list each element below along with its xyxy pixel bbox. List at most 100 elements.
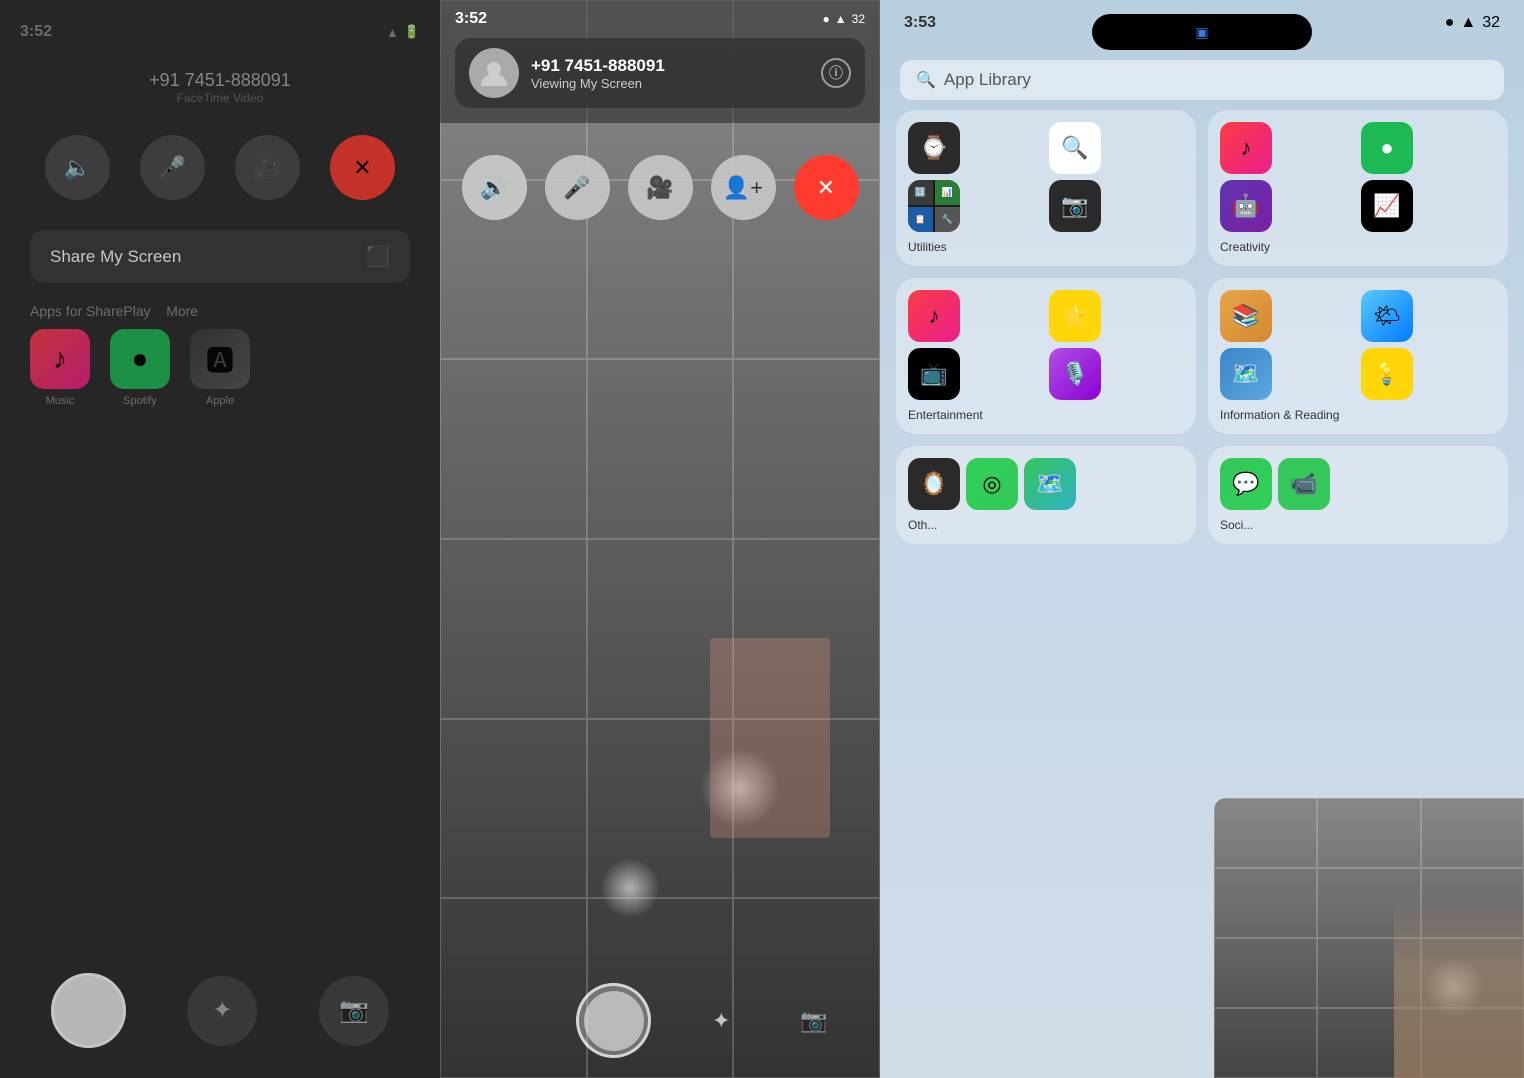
caller-avatar: [469, 48, 519, 98]
bulb-icon: 💡: [1361, 348, 1413, 400]
dynamic-island: ▣: [1092, 14, 1312, 50]
sg-cell: [1214, 938, 1317, 1008]
social-icons: 💬 📹: [1220, 458, 1496, 510]
mirror-icon: 🪞: [908, 458, 960, 510]
apple-label: Apple: [206, 395, 234, 407]
left-bottom-controls: ✦ 📷: [0, 973, 440, 1048]
maps-icon: 🗺️: [1024, 458, 1076, 510]
person-silhouette: [1394, 898, 1524, 1078]
creativity-category[interactable]: ♪ ● 🤖 📈 Creativity: [1208, 110, 1508, 266]
magnifier-icon: 🔍: [1049, 122, 1101, 174]
object-in-scene: [710, 638, 830, 838]
facetime-icon: 📹: [1278, 458, 1330, 510]
music-ent-icon: ♪: [908, 290, 960, 342]
grid-cell: [587, 359, 734, 539]
utilities-category[interactable]: ⌚ 🔍 🔢 📊 📋 🔧 📷 Utilities: [896, 110, 1196, 266]
stocks-icon: 📈: [1361, 180, 1413, 232]
center-wifi: ▲: [835, 12, 847, 26]
grid-cell: [733, 359, 880, 539]
apple-icon: 🅰: [190, 329, 250, 389]
spotify-app-item[interactable]: ● Spotify: [110, 329, 170, 407]
center-time: 3:52: [455, 10, 487, 28]
center-end-button[interactable]: ✕: [794, 155, 859, 220]
center-call-controls: 🔊 🎤 🎥 👤+ ✕: [440, 155, 880, 220]
entertainment-icons: ♪ ⭐ 📺 🎙️: [908, 290, 1184, 400]
social-label: Soci...: [1220, 518, 1496, 532]
apple-app-item[interactable]: 🅰 Apple: [190, 329, 250, 407]
camera-button[interactable]: 🎥: [235, 135, 300, 200]
center-dot: ●: [823, 12, 830, 26]
app-library-search[interactable]: 🔍 App Library: [900, 60, 1504, 100]
center-camera-button[interactable]: 🎥: [628, 155, 693, 220]
more-link[interactable]: More: [166, 303, 198, 319]
mic-button[interactable]: 🎤: [140, 135, 205, 200]
left-call-controls: 🔈 🎤 🎥 ✕: [0, 135, 440, 200]
app-library-grid: ⌚ 🔍 🔢 📊 📋 🔧 📷 Utilities ♪ ● 🤖 📈 Creat: [896, 110, 1508, 544]
center-shutter-button[interactable]: [576, 983, 651, 1058]
shutter-button[interactable]: [51, 973, 126, 1048]
music-app-item[interactable]: ♪ Music: [30, 329, 90, 407]
info-icon-2: 🗺️: [1220, 348, 1272, 400]
caller-number: +91 7451-888091: [531, 56, 809, 76]
center-shareplay-button[interactable]: 👤+: [711, 155, 776, 220]
right-battery: 32: [1482, 14, 1500, 32]
search-icon: 🔍: [916, 70, 936, 90]
grid-cell: [440, 719, 587, 899]
app-library-label: App Library: [944, 70, 1031, 90]
center-phone-panel: 3:52 ● ▲ 32 +91 7451-888091 Viewing My S…: [440, 0, 880, 1078]
center-photo-btn[interactable]: 📷: [791, 998, 836, 1043]
share-my-screen-popup[interactable]: Share My Screen ⬛: [30, 230, 410, 283]
books-icon: 📚: [1220, 290, 1272, 342]
wifi-icon: ▲: [386, 25, 399, 40]
left-phone-panel: 3:52 ▲ 🔋 +91 7451-888091 FaceTime Video …: [0, 0, 440, 1078]
photo-button[interactable]: 📷: [319, 976, 389, 1046]
end-call-button[interactable]: ✕: [330, 135, 395, 200]
others-icons: 🪞 ◎ 🗺️: [908, 458, 1184, 510]
utilities-label: Utilities: [908, 240, 1184, 254]
right-wifi: ▲: [1460, 14, 1476, 32]
grid-cell: [440, 539, 587, 719]
apple-watch-icon: ⌚: [908, 122, 960, 174]
sg-cell: [1214, 798, 1317, 868]
apps-for-shareplay-label: Apps for SharePlay More: [30, 303, 410, 319]
star-ent-icon: ⭐: [1049, 290, 1101, 342]
info-button[interactable]: ⓘ: [821, 58, 851, 88]
utilities-icons: ⌚ 🔍 🔢 📊 📋 🔧 📷: [908, 122, 1184, 232]
center-bottom-controls: ✦ 📷: [440, 983, 880, 1058]
shutter-inner: [584, 991, 644, 1051]
social-category[interactable]: 💬 📹 Soci...: [1208, 446, 1508, 544]
music-label: Music: [46, 395, 75, 407]
information-reading-category[interactable]: 📚 🌤 🗺️ 💡 Information & Reading: [1208, 278, 1508, 434]
activity-icon: ◎: [966, 458, 1018, 510]
center-mic-button[interactable]: 🎤: [545, 155, 610, 220]
center-call-overlay: 3:52 ● ▲ 32 +91 7451-888091 Viewing My S…: [440, 0, 880, 123]
center-status-icons: ● ▲ 32: [823, 12, 866, 26]
sg-cell: [1214, 868, 1317, 938]
right-phone-panel: ▣ 3:53 ● ▲ 32 🔍 App Library ⌚ 🔍 🔢 📊 📋 🔧: [880, 0, 1524, 1078]
grid-cell: [440, 359, 587, 539]
speaker-button[interactable]: 🔈: [45, 135, 110, 200]
weather-icon: 🌤: [1361, 290, 1413, 342]
screenshot-overlay: [1214, 798, 1524, 1078]
center-speaker-button[interactable]: 🔊: [462, 155, 527, 220]
center-status-bar: 3:52 ● ▲ 32: [455, 10, 865, 28]
star-button[interactable]: ✦: [187, 976, 257, 1046]
spotify-creativity-icon: ●: [1361, 122, 1413, 174]
caller-info-row: +91 7451-888091 Viewing My Screen ⓘ: [455, 38, 865, 108]
center-star-btn[interactable]: ✦: [699, 998, 744, 1043]
left-call-sub: FaceTime Video: [0, 91, 440, 105]
left-call-number: +91 7451-888091: [0, 70, 440, 91]
share-my-screen-label: Share My Screen: [50, 247, 181, 267]
info-reading-icons: 📚 🌤 🗺️ 💡: [1220, 290, 1496, 400]
left-call-info: +91 7451-888091 FaceTime Video: [0, 70, 440, 105]
others-category[interactable]: 🪞 ◎ 🗺️ Oth...: [896, 446, 1196, 544]
podcasts-icon: 🎙️: [1049, 348, 1101, 400]
left-time: 3:52: [20, 23, 52, 41]
sg-cell: [1214, 1008, 1317, 1078]
entertainment-category[interactable]: ♪ ⭐ 📺 🎙️ Entertainment: [896, 278, 1196, 434]
island-content: ▣: [1195, 24, 1208, 41]
ai-icon: 🤖: [1220, 180, 1272, 232]
creativity-label: Creativity: [1220, 240, 1496, 254]
center-bottom-left: [484, 998, 529, 1043]
share-screen-icon: ⬛: [365, 244, 390, 269]
